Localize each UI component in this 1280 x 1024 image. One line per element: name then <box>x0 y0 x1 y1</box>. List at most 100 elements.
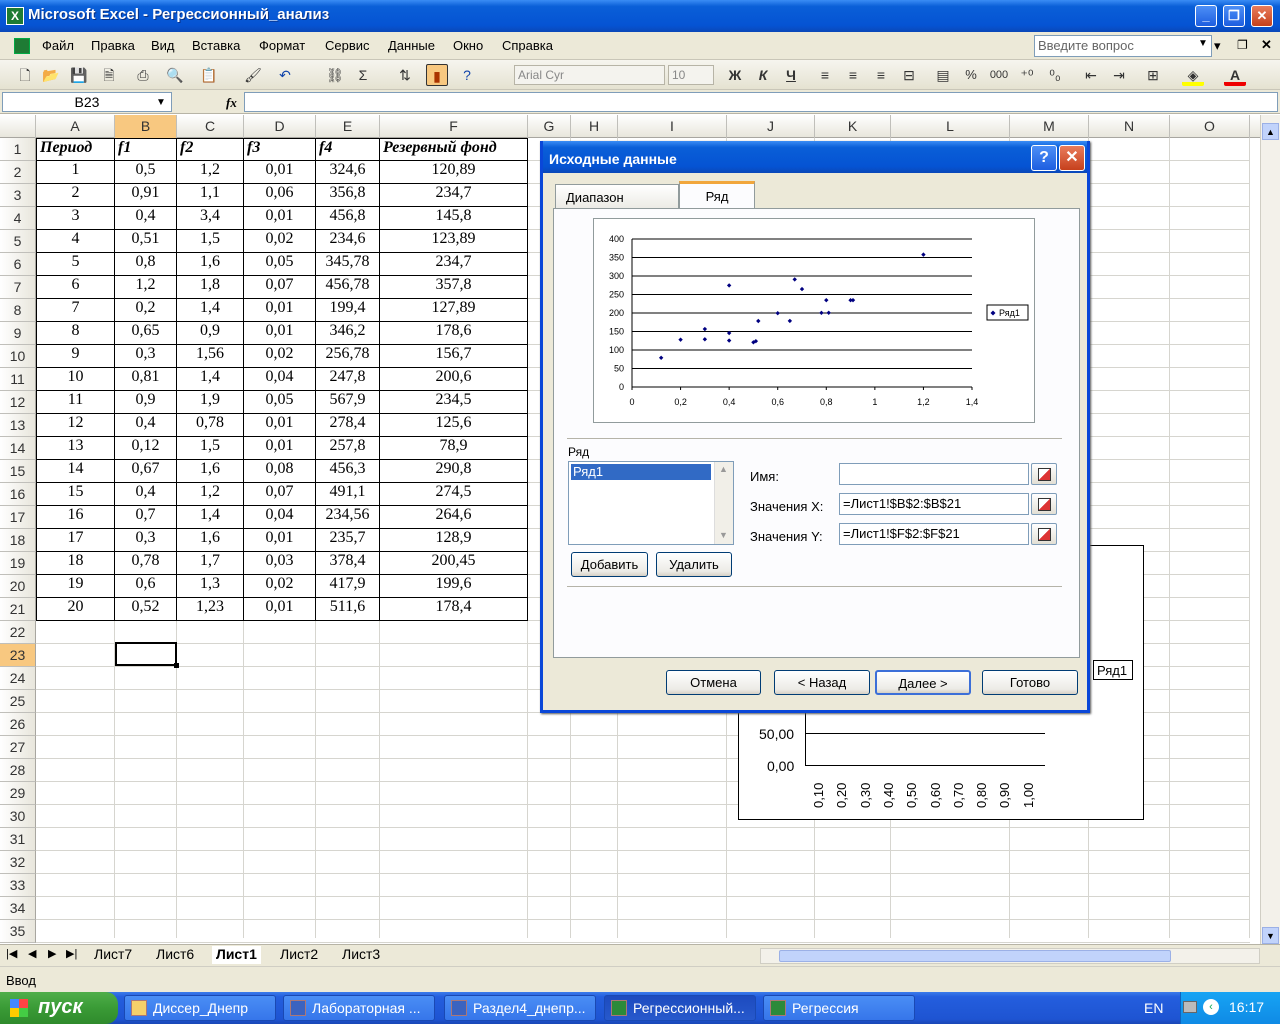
table-cell[interactable]: 346,2 <box>316 322 380 345</box>
table-cell[interactable]: 199,6 <box>380 575 528 598</box>
restore-button[interactable]: ❐ <box>1223 5 1245 27</box>
table-cell[interactable]: 264,6 <box>380 506 528 529</box>
table-cell[interactable]: 200,45 <box>380 552 528 575</box>
table-cell[interactable]: 0,2 <box>115 299 177 322</box>
finish-button[interactable]: Готово <box>982 670 1078 695</box>
last-sheet-icon[interactable]: ▶| <box>66 947 77 960</box>
save-icon[interactable]: 💾 <box>68 64 90 86</box>
table-cell[interactable]: 274,5 <box>380 483 528 506</box>
table-cell[interactable]: 356,8 <box>316 184 380 207</box>
row-header-9[interactable]: 9 <box>0 322 36 345</box>
table-cell[interactable]: 1,2 <box>177 161 244 184</box>
table-cell[interactable]: 0,01 <box>244 207 316 230</box>
borders-icon[interactable]: ⊞ <box>1142 64 1164 86</box>
merge-icon[interactable]: ⊟ <box>898 64 920 86</box>
table-cell[interactable]: 0,01 <box>244 598 316 621</box>
minimize-button[interactable]: _ <box>1195 5 1217 27</box>
table-cell[interactable]: 1,2 <box>177 483 244 506</box>
table-cell[interactable]: 178,6 <box>380 322 528 345</box>
table-cell[interactable]: 0,9 <box>115 391 177 414</box>
table-cell[interactable]: 12 <box>36 414 115 437</box>
align-right-icon[interactable]: ≡ <box>870 64 892 86</box>
table-cell[interactable]: 234,7 <box>380 184 528 207</box>
menu-view[interactable]: Вид <box>151 38 175 53</box>
table-cell[interactable]: 0,03 <box>244 552 316 575</box>
new-icon[interactable]: 🗋 <box>14 64 36 86</box>
menu-format[interactable]: Формат <box>259 38 305 53</box>
table-cell[interactable]: 0,01 <box>244 414 316 437</box>
select-all-button[interactable] <box>0 115 36 138</box>
row-header-34[interactable]: 34 <box>0 897 36 920</box>
row-header-22[interactable]: 22 <box>0 621 36 644</box>
table-cell[interactable]: 16 <box>36 506 115 529</box>
column-header-a[interactable]: A <box>36 115 115 138</box>
workbook-icon[interactable] <box>14 38 30 54</box>
hyperlink-icon[interactable]: ⛓ <box>324 64 346 86</box>
sheet-tab-list2[interactable]: Лист2 <box>276 946 322 964</box>
column-header-j[interactable]: J <box>727 115 815 138</box>
table-cell[interactable]: 199,4 <box>316 299 380 322</box>
table-cell[interactable]: 234,5 <box>380 391 528 414</box>
table-cell[interactable]: 0,65 <box>115 322 177 345</box>
table-cell[interactable]: 0,78 <box>115 552 177 575</box>
delete-series-button[interactable]: Удалить <box>656 552 732 577</box>
first-sheet-icon[interactable]: |◀ <box>6 947 17 960</box>
table-cell[interactable]: 156,7 <box>380 345 528 368</box>
column-header-o[interactable]: O <box>1170 115 1250 138</box>
table-cell[interactable]: 1,8 <box>177 276 244 299</box>
row-header-5[interactable]: 5 <box>0 230 36 253</box>
doc-restore-button[interactable]: ❐ <box>1237 38 1248 52</box>
range-picker-icon[interactable] <box>1031 493 1057 515</box>
row-header-17[interactable]: 17 <box>0 506 36 529</box>
table-cell[interactable]: 19 <box>36 575 115 598</box>
paste-icon[interactable]: 📋 <box>198 64 220 86</box>
next-sheet-icon[interactable]: ▶ <box>48 947 56 960</box>
horizontal-scrollbar[interactable] <box>760 948 1260 964</box>
italic-button[interactable]: К <box>752 64 774 86</box>
menu-help[interactable]: Справка <box>502 38 553 53</box>
fill-color-icon[interactable]: ◈ <box>1182 64 1204 86</box>
table-cell[interactable]: 0,3 <box>115 529 177 552</box>
table-header-cell[interactable]: Период <box>36 138 115 161</box>
sheet-tab-list1[interactable]: Лист1 <box>212 946 261 964</box>
table-cell[interactable]: 0,51 <box>115 230 177 253</box>
table-cell[interactable]: 247,8 <box>316 368 380 391</box>
table-cell[interactable]: 0,4 <box>115 207 177 230</box>
row-header-13[interactable]: 13 <box>0 414 36 437</box>
row-header-25[interactable]: 25 <box>0 690 36 713</box>
decrease-indent-icon[interactable]: ⇤ <box>1080 64 1102 86</box>
table-cell[interactable]: 0,5 <box>115 161 177 184</box>
table-cell[interactable]: 567,9 <box>316 391 380 414</box>
back-button[interactable]: < Назад <box>774 670 870 695</box>
table-cell[interactable]: 0,4 <box>115 414 177 437</box>
table-cell[interactable]: 1,1 <box>177 184 244 207</box>
table-cell[interactable]: 4 <box>36 230 115 253</box>
table-cell[interactable]: 10 <box>36 368 115 391</box>
sheet-tab-list6[interactable]: Лист6 <box>152 946 198 964</box>
table-cell[interactable]: 145,8 <box>380 207 528 230</box>
row-header-7[interactable]: 7 <box>0 276 36 299</box>
table-cell[interactable]: 234,56 <box>316 506 380 529</box>
table-cell[interactable]: 0,07 <box>244 276 316 299</box>
row-header-16[interactable]: 16 <box>0 483 36 506</box>
table-cell[interactable]: 357,8 <box>380 276 528 299</box>
expand-tray-icon[interactable]: ‹ <box>1203 999 1219 1015</box>
table-cell[interactable]: 0,01 <box>244 299 316 322</box>
row-header-31[interactable]: 31 <box>0 828 36 851</box>
row-header-30[interactable]: 30 <box>0 805 36 828</box>
menu-file[interactable]: Файл <box>42 38 74 53</box>
table-cell[interactable]: 18 <box>36 552 115 575</box>
row-header-28[interactable]: 28 <box>0 759 36 782</box>
sheet-tab-list7[interactable]: Лист7 <box>90 946 136 964</box>
table-cell[interactable]: 234,7 <box>380 253 528 276</box>
column-header-e[interactable]: E <box>316 115 380 138</box>
column-header-h[interactable]: H <box>571 115 618 138</box>
column-header-i[interactable]: I <box>618 115 727 138</box>
table-cell[interactable]: 0,01 <box>244 529 316 552</box>
table-cell[interactable]: 1,4 <box>177 506 244 529</box>
column-header-d[interactable]: D <box>244 115 316 138</box>
x-values-field[interactable]: =Лист1!$B$2:$B$21 <box>839 493 1029 515</box>
table-cell[interactable]: 0,02 <box>244 575 316 598</box>
table-cell[interactable]: 9 <box>36 345 115 368</box>
y-values-field[interactable]: =Лист1!$F$2:$F$21 <box>839 523 1029 545</box>
